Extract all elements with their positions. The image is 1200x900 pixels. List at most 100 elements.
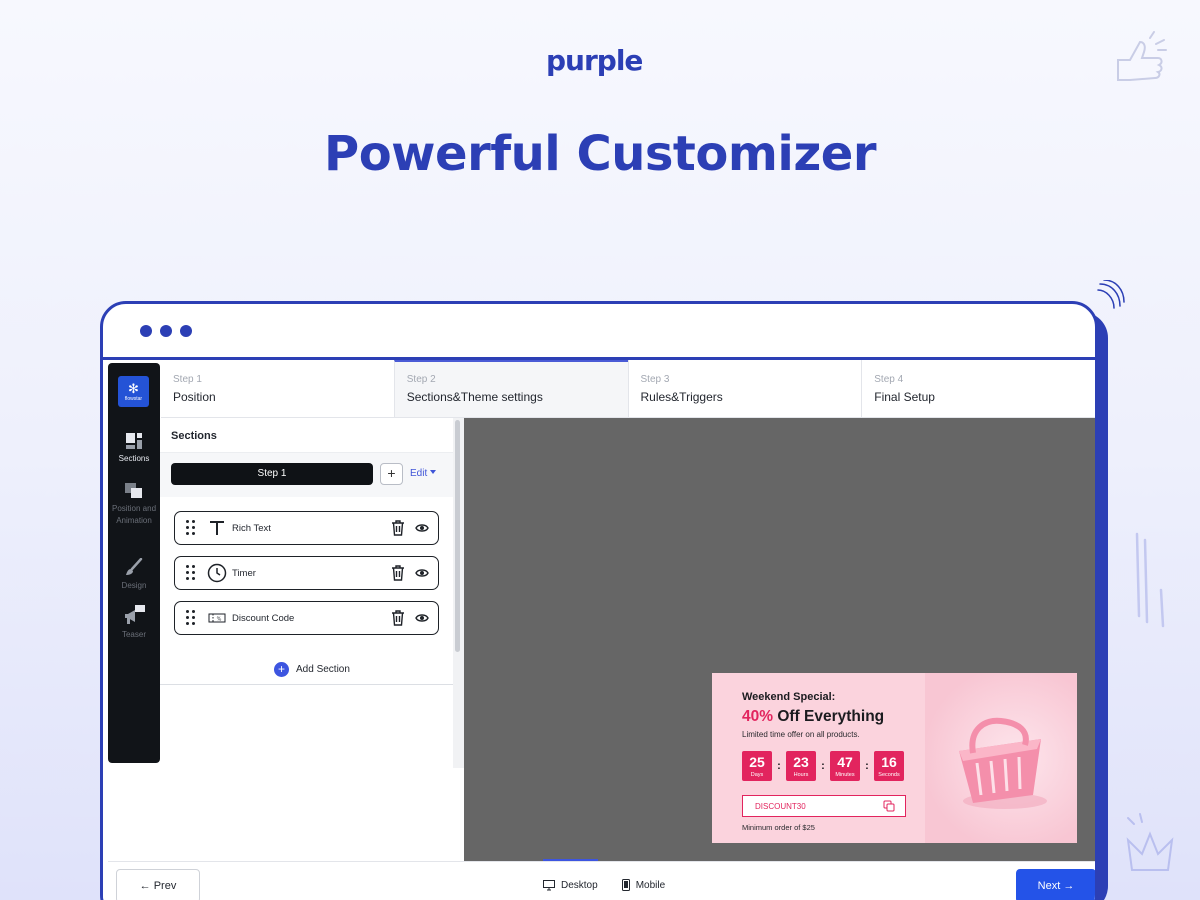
countdown-separator: :: [777, 760, 781, 772]
eye-icon[interactable]: [415, 567, 429, 579]
caret-down-icon: [430, 470, 437, 474]
step-number: Step 1: [173, 374, 202, 385]
step-select[interactable]: Step 1: [171, 463, 373, 485]
device-tab-mobile[interactable]: Mobile: [621, 861, 666, 891]
promo-popup-preview: Weekend Special: 40% Off Everything Limi…: [712, 673, 1077, 843]
device-label: Mobile: [635, 879, 666, 891]
bear-icon: [606, 40, 658, 80]
sections-icon: [126, 433, 142, 449]
step-tab-position[interactable]: Step 1 Position: [161, 360, 394, 417]
crown-doodle-icon: [1126, 813, 1174, 871]
countdown-unit: Hours: [793, 772, 809, 778]
countdown-value: 23: [793, 754, 809, 770]
promo-percent: 40%: [742, 708, 774, 725]
step-tab-sections-theme[interactable]: Step 2 Sections&Theme settings: [393, 360, 628, 417]
device-tab-desktop[interactable]: Desktop: [543, 859, 598, 891]
trash-icon[interactable]: [391, 520, 405, 536]
section-row-rich-text[interactable]: Rich Text: [174, 511, 439, 545]
countdown-unit: Seconds: [878, 772, 900, 778]
basket-image: [925, 673, 1077, 843]
promo-title: 40% Off Everything: [742, 708, 884, 726]
step-number: Step 2: [406, 374, 436, 385]
trash-icon[interactable]: [391, 610, 405, 626]
sidebar-item-label: Design: [121, 581, 147, 590]
step-name: Sections&Theme settings: [406, 390, 543, 404]
next-button[interactable]: Next →: [1016, 869, 1095, 900]
position-icon: [125, 483, 142, 498]
countdown-separator: :: [821, 760, 825, 772]
step-name: Position: [173, 390, 216, 404]
copy-icon[interactable]: [883, 800, 895, 812]
window-dot: [160, 325, 172, 337]
add-step-button[interactable]: +: [380, 463, 403, 485]
countdown-seconds: 16 Seconds: [874, 751, 904, 781]
desktop-icon: [543, 879, 555, 890]
device-label: Desktop: [561, 879, 598, 891]
prev-button[interactable]: ← Prev: [116, 869, 200, 900]
countdown-value: 25: [749, 754, 765, 770]
app-badge-name: flowstar: [124, 395, 143, 402]
countdown-minutes: 47 Minutes: [830, 751, 860, 781]
step-number: Step 3: [640, 374, 670, 385]
panel-toolbar: Step 1 + Edit: [160, 453, 453, 497]
app-area: ✻ flowstar Sections Position and Animati…: [103, 360, 1095, 900]
scrollbar-thumb[interactable]: [455, 420, 460, 652]
page-headline: Powerful Customizer: [324, 126, 876, 182]
trash-icon[interactable]: [391, 565, 405, 581]
add-section-button[interactable]: + Add Section: [274, 662, 350, 677]
step-name: Rules&Triggers: [640, 390, 723, 404]
app-badge[interactable]: ✻ flowstar: [118, 376, 149, 407]
clock-icon: [206, 563, 228, 583]
step-name: Final Setup: [874, 390, 935, 404]
window-dot: [180, 325, 192, 337]
brush-icon: [126, 558, 143, 575]
countdown-unit: Minutes: [835, 772, 855, 778]
section-label: Discount Code: [232, 613, 295, 624]
sidebar-item-label: Sections: [118, 454, 150, 463]
panel-scrollbar[interactable]: [453, 418, 464, 768]
sidebar-item-sections[interactable]: Sections: [108, 433, 160, 465]
countdown-hours: 23 Hours: [786, 751, 816, 781]
sidebar-item-teaser[interactable]: Teaser: [108, 605, 160, 641]
countdown-timer: 25 Days : 23 Hours : 47 Minutes : 16 Sec…: [742, 751, 904, 781]
svg-text:%: %: [217, 617, 222, 623]
eye-icon[interactable]: [415, 612, 429, 624]
window-dots: [140, 325, 192, 337]
step-tab-final-setup[interactable]: Step 4 Final Setup: [861, 360, 1095, 417]
sidebar-item-position[interactable]: Position and Animation: [108, 483, 160, 527]
flower-icon: ✻: [128, 380, 139, 396]
drag-handle-icon[interactable]: [186, 565, 195, 581]
preview-canvas: Weekend Special: 40% Off Everything Limi…: [464, 418, 1095, 861]
sections-panel: Sections Step 1 + Edit Rich Text Timer %…: [160, 418, 453, 768]
drag-handle-icon[interactable]: [186, 610, 195, 626]
step-tab-rules-triggers[interactable]: Step 3 Rules&Triggers: [627, 360, 862, 417]
section-row-discount-code[interactable]: % Discount Code: [174, 601, 439, 635]
section-label: Timer: [232, 568, 256, 579]
sidebar-item-design[interactable]: Design: [108, 558, 160, 592]
add-section-label: Add Section: [296, 664, 350, 675]
section-row-timer[interactable]: Timer: [174, 556, 439, 590]
discount-code: DISCOUNT30: [755, 802, 806, 811]
drag-handle-icon[interactable]: [186, 520, 195, 536]
discount-code-box[interactable]: DISCOUNT30: [742, 795, 906, 817]
edit-dropdown[interactable]: Edit: [410, 468, 437, 479]
device-switcher: Desktop Mobile: [543, 859, 666, 891]
countdown-value: 47: [837, 754, 853, 770]
step-number: Step 4: [874, 374, 904, 385]
countdown-unit: Days: [750, 772, 764, 778]
countdown-value: 16: [881, 754, 897, 770]
eye-icon[interactable]: [415, 522, 429, 534]
browser-titlebar: [103, 304, 1095, 360]
brand-logo: purple: [546, 40, 658, 80]
sidebar-item-label: Teaser: [121, 630, 146, 639]
mobile-icon: [621, 879, 630, 891]
sidebar-item-label: Position and Animation: [111, 504, 157, 525]
panel-title: Sections: [160, 418, 453, 453]
promo-kicker: Weekend Special:: [742, 691, 836, 703]
wave-doodle-icon: [1097, 280, 1125, 309]
text-icon: [206, 518, 228, 538]
minimum-order-note: Minimum order of $25: [742, 823, 815, 832]
plus-circle-icon: +: [274, 662, 289, 677]
thumbs-up-doodle-icon: [1117, 31, 1167, 81]
megaphone-icon: [125, 605, 145, 624]
